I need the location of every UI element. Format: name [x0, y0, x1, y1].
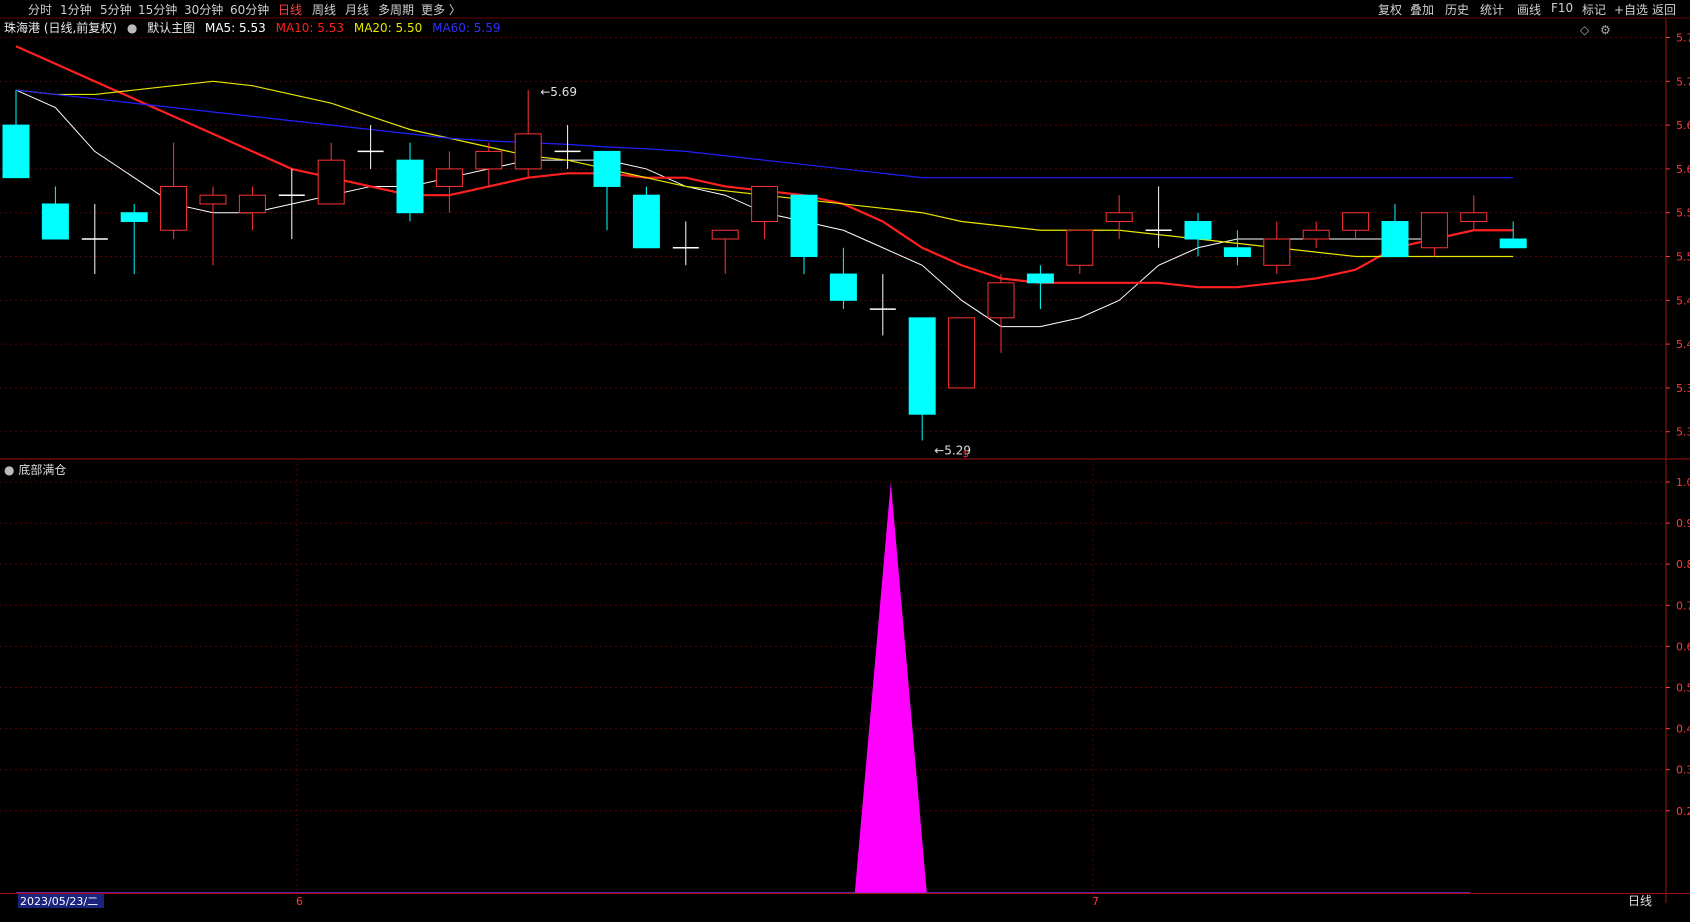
candle-body: [514, 133, 542, 170]
date-label: 2023/05/23/二: [20, 895, 98, 908]
kline-chart[interactable]: 5.75 5.70 5.65 5.60 5.55 5.50 5.45 5.40 5.35 5.30…: [0, 0, 1690, 922]
candle-body: [2, 124, 30, 179]
candle-body: [632, 194, 660, 249]
indicator-tick-label: 0.40: [1676, 723, 1690, 736]
candle-body: [396, 159, 424, 214]
candle-body: [790, 194, 818, 258]
indicator-tick-label: 0.80: [1676, 558, 1690, 571]
candle-body: [435, 168, 463, 187]
candle-body: [908, 317, 936, 415]
period-label: 日线: [1628, 894, 1652, 908]
candle-body: [1342, 212, 1370, 231]
price-tick-label: 5.45: [1676, 294, 1690, 307]
time-axis-border: [0, 893, 1690, 894]
candle-body: [711, 229, 739, 240]
candle-body: [160, 185, 188, 231]
candle-body: [475, 150, 503, 170]
candle-body: [1460, 212, 1488, 222]
settings-icon: ⚙: [1600, 23, 1611, 37]
candle-body: [1381, 220, 1409, 258]
candle-body: [1105, 212, 1133, 222]
price-tick-label: 5.35: [1676, 382, 1690, 395]
candle-body: [1066, 229, 1094, 266]
indicator-tick-label: 0.70: [1676, 599, 1690, 612]
candle-body: [1263, 238, 1291, 266]
candle-body: [987, 282, 1015, 319]
candle-body: [199, 194, 227, 205]
candle-body: [1302, 229, 1330, 240]
price-tick-label: 5.50: [1676, 251, 1690, 264]
price-tick-label: 5.70: [1676, 75, 1690, 88]
ma-line-ma60: [15, 89, 1514, 179]
candle-body: [317, 159, 345, 205]
price-tick-label: 5.60: [1676, 163, 1690, 176]
candle-body: [829, 273, 857, 301]
indicator-tick-label: 0.50: [1676, 682, 1690, 695]
price-tick-label: 5.75: [1676, 32, 1690, 45]
candle-body: [1184, 220, 1212, 240]
candle-body: [120, 212, 148, 222]
price-tick-label: 5.40: [1676, 338, 1690, 351]
candle-body: [948, 317, 976, 389]
candle-body: [1499, 238, 1527, 249]
indicator-tick-label: 0.90: [1676, 517, 1690, 530]
price-tick-label: 5.30: [1676, 426, 1690, 439]
candle-body: [41, 203, 69, 240]
month-label: 6: [296, 895, 303, 908]
indicator-tick-label: 1.00: [1676, 476, 1690, 489]
month-label: 7: [1092, 895, 1099, 908]
indicator-tick-label: 0.60: [1676, 640, 1690, 653]
maximize-icon: ◇: [1580, 23, 1590, 37]
candle-body: [593, 150, 621, 187]
candle-body: [238, 194, 266, 214]
price-tick-label: 5.65: [1676, 119, 1690, 132]
candle-body: [1223, 247, 1251, 258]
indicator-tick-label: 0.20: [1676, 805, 1690, 818]
high-price-annotation: ←5.69: [540, 85, 577, 99]
event-marker: $: [963, 449, 969, 460]
price-tick-label: 5.55: [1676, 207, 1690, 220]
indicator-tick-label: 0.30: [1676, 764, 1690, 777]
candle-body: [1420, 212, 1448, 249]
candle-body: [751, 185, 779, 222]
candle-body: [1026, 273, 1054, 284]
